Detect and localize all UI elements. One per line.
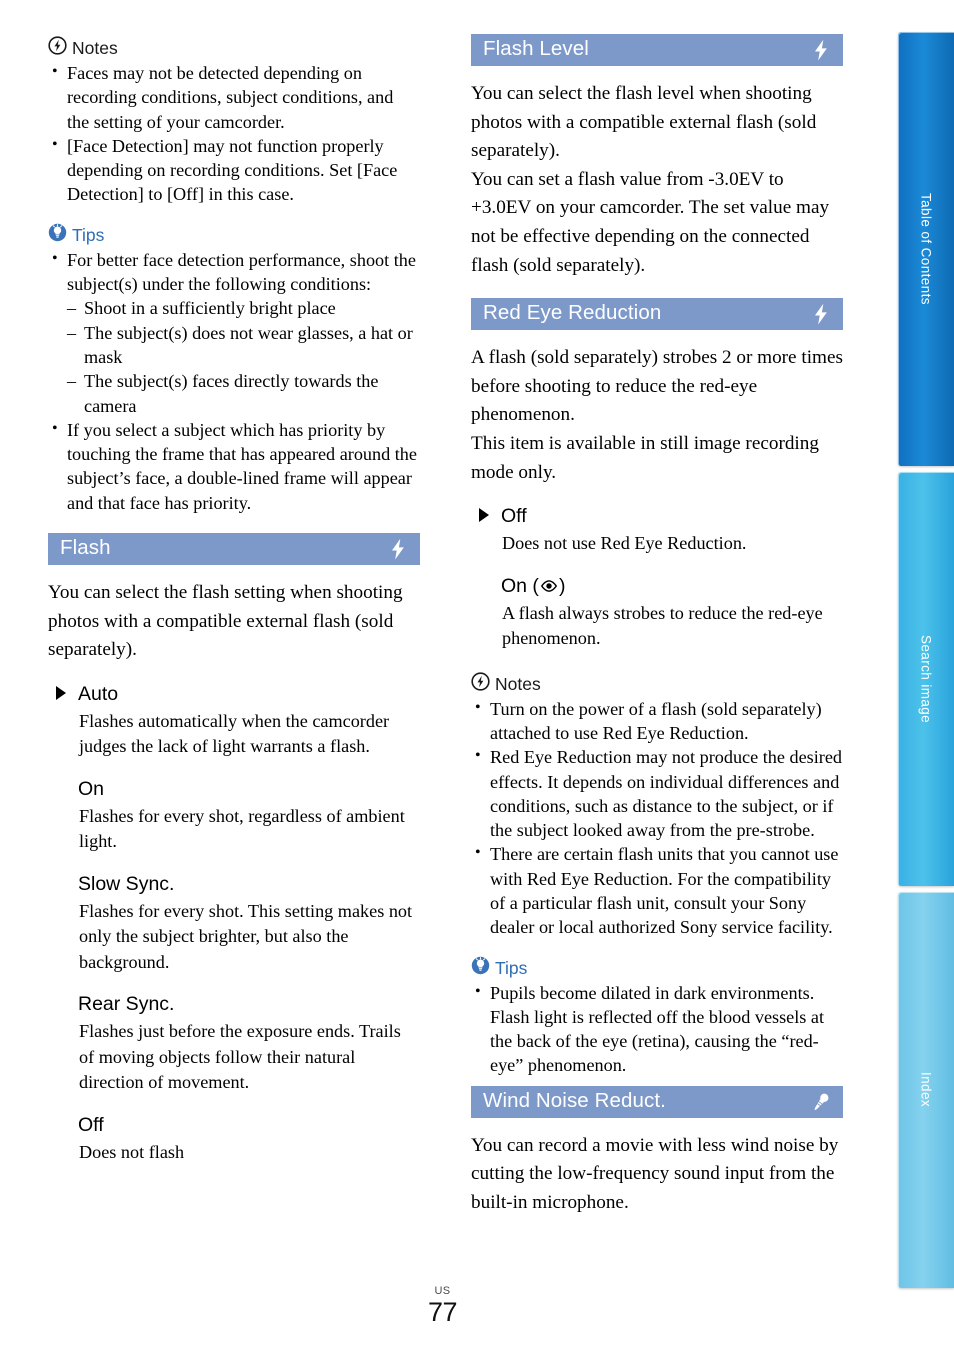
red-eye-section-header: Red Eye Reduction (471, 298, 843, 331)
option-name-wrap: On ( ) (501, 574, 843, 598)
option-desc: Flashes automatically when the camcorder… (79, 710, 390, 757)
lightbulb-circle-icon (471, 956, 490, 980)
side-tab-rail: Table of Contents Search image Index (894, 32, 954, 1288)
list-item: Faces may not be detected depending on r… (48, 60, 420, 134)
tips-heading: Tips (48, 223, 420, 247)
section-title: Flash Level (483, 36, 589, 60)
wind-noise-intro: You can record a movie with less wind no… (471, 1134, 839, 1213)
tips-sublist: Shoot in a sufficiently bright place The… (67, 296, 420, 417)
flash-circle-icon (471, 672, 490, 696)
sidebar-tab-table-of-contents[interactable]: Table of Contents (898, 32, 954, 466)
section-title: Red Eye Reduction (483, 300, 662, 324)
page-footer: US 77 (0, 1285, 885, 1328)
flash-level-paragraph: You can set a flash value from -3.0EV to… (471, 168, 830, 276)
list-item: Red Eye Reduction may not produce the de… (471, 744, 843, 842)
option-name: Slow Sync. (78, 872, 175, 895)
notes-heading: Notes (48, 36, 420, 60)
flash-level-section-header: Flash Level (471, 34, 843, 66)
tips-heading: Tips (471, 956, 843, 980)
tips-list-2: Pupils become dilated in dark environmen… (471, 980, 843, 1078)
flash-section: Flash You can select the flash setting w… (48, 533, 420, 1165)
flash-bolt-icon (809, 38, 833, 62)
option-name: Auto (78, 682, 119, 705)
list-item: Shoot in a sufficiently bright place (67, 296, 420, 321)
tips-label: Tips (495, 957, 528, 978)
notes-list-2: Turn on the power of a flash (sold separ… (471, 696, 843, 940)
option-desc: A flash always strobes to reduce the red… (502, 602, 823, 649)
option-desc: Flashes just before the exposure ends. T… (79, 1021, 401, 1093)
notes-block-1: Notes Faces may not be detected dependin… (48, 36, 420, 207)
tips-list-1: For better face detection performance, s… (48, 247, 420, 515)
tab-label: Index (918, 1072, 934, 1108)
option-red-eye-on: On ( ) A flash always strobes to reduce … (471, 574, 843, 652)
flash-circle-icon (48, 36, 67, 60)
tips-item-lead: For better face detection performance, s… (67, 249, 416, 295)
flash-level-section: Flash Level You can select the flash lev… (471, 34, 843, 280)
option-desc: Does not flash (79, 1141, 185, 1162)
list-item: [Face Detection] may not function proper… (48, 133, 420, 207)
option-name: Rear Sync. (78, 993, 175, 1016)
page-number: 77 (427, 1297, 458, 1327)
default-marker-icon (56, 685, 66, 700)
section-title: Wind Noise Reduct. (483, 1088, 666, 1112)
option-desc: Does not use Red Eye Reduction. (502, 533, 747, 554)
option-desc: Flashes for every shot. This setting mak… (79, 900, 413, 972)
right-column: Flash Level You can select the flash lev… (471, 34, 843, 1218)
list-item: For better face detection performance, s… (48, 247, 420, 418)
option-name: On (78, 777, 105, 800)
red-eye-section: Red Eye Reduction A flash (sold separate… (471, 298, 843, 651)
sidebar-tab-index[interactable]: Index (898, 892, 954, 1288)
option-rear-sync: Rear Sync. Flashes just before the expos… (48, 992, 420, 1096)
list-item: Pupils become dilated in dark environmen… (471, 980, 843, 1078)
notes-heading: Notes (471, 672, 843, 696)
notes-label: Notes (72, 38, 118, 58)
option-red-eye-off: Off Does not use Red Eye Reduction. (471, 504, 843, 557)
lightbulb-circle-icon (48, 223, 67, 247)
flash-section-header: Flash (48, 533, 420, 566)
flash-bolt-icon (809, 302, 833, 326)
left-column: Notes Faces may not be detected dependin… (48, 34, 420, 1165)
region-label: US (434, 1285, 451, 1297)
eye-icon (539, 577, 559, 595)
sidebar-tab-search-image[interactable]: Search image (898, 472, 954, 886)
tips-block-1: Tips For better face detection performan… (48, 223, 420, 515)
list-item: There are certain flash units that you c… (471, 841, 843, 939)
section-title: Flash (60, 535, 111, 559)
list-item: The subject(s) faces directly towards th… (67, 369, 420, 418)
flash-intro: You can select the flash setting when sh… (48, 582, 403, 661)
option-slow-sync: Slow Sync. Flashes for every shot. This … (48, 872, 420, 976)
list-item: Turn on the power of a flash (sold separ… (471, 696, 843, 746)
tab-label: Search image (918, 634, 934, 724)
option-desc: Flashes for every shot, regardless of am… (79, 805, 405, 852)
flash-bolt-icon (386, 537, 410, 561)
option-name: Off (78, 1113, 104, 1136)
option-name: On ( (501, 574, 539, 597)
red-eye-paragraph: This item is available in still image re… (471, 432, 819, 483)
notes-list-1: Faces may not be detected depending on r… (48, 60, 420, 207)
notes-block-2: Notes Turn on the power of a flash (sold… (471, 672, 843, 940)
list-item: The subject(s) does not wear glasses, a … (67, 321, 420, 370)
option-on: On Flashes for every shot, regardless of… (48, 777, 420, 855)
flash-level-paragraph: You can select the flash level when shoo… (471, 83, 817, 162)
red-eye-paragraph: A flash (sold separately) strobes 2 or m… (471, 347, 843, 426)
option-off: Off Does not flash (48, 1113, 420, 1166)
option-name-suffix: ) (558, 574, 566, 597)
notes-label: Notes (495, 673, 541, 694)
microphone-icon (809, 1090, 833, 1114)
default-marker-icon (479, 508, 489, 523)
manual-page: Notes Faces may not be detected dependin… (0, 0, 954, 1357)
wind-noise-section-header: Wind Noise Reduct. (471, 1085, 843, 1118)
wind-noise-section: Wind Noise Reduct. You can record a movi… (471, 1085, 843, 1218)
list-item: If you select a subject which has priori… (48, 417, 420, 515)
option-auto: Auto Flashes automatically when the camc… (48, 682, 420, 760)
tips-block-2: Tips Pupils become dilated in dark envir… (471, 956, 843, 1078)
tips-label: Tips (72, 224, 105, 245)
tab-label: Table of Contents (918, 193, 934, 305)
option-name: Off (501, 505, 527, 528)
